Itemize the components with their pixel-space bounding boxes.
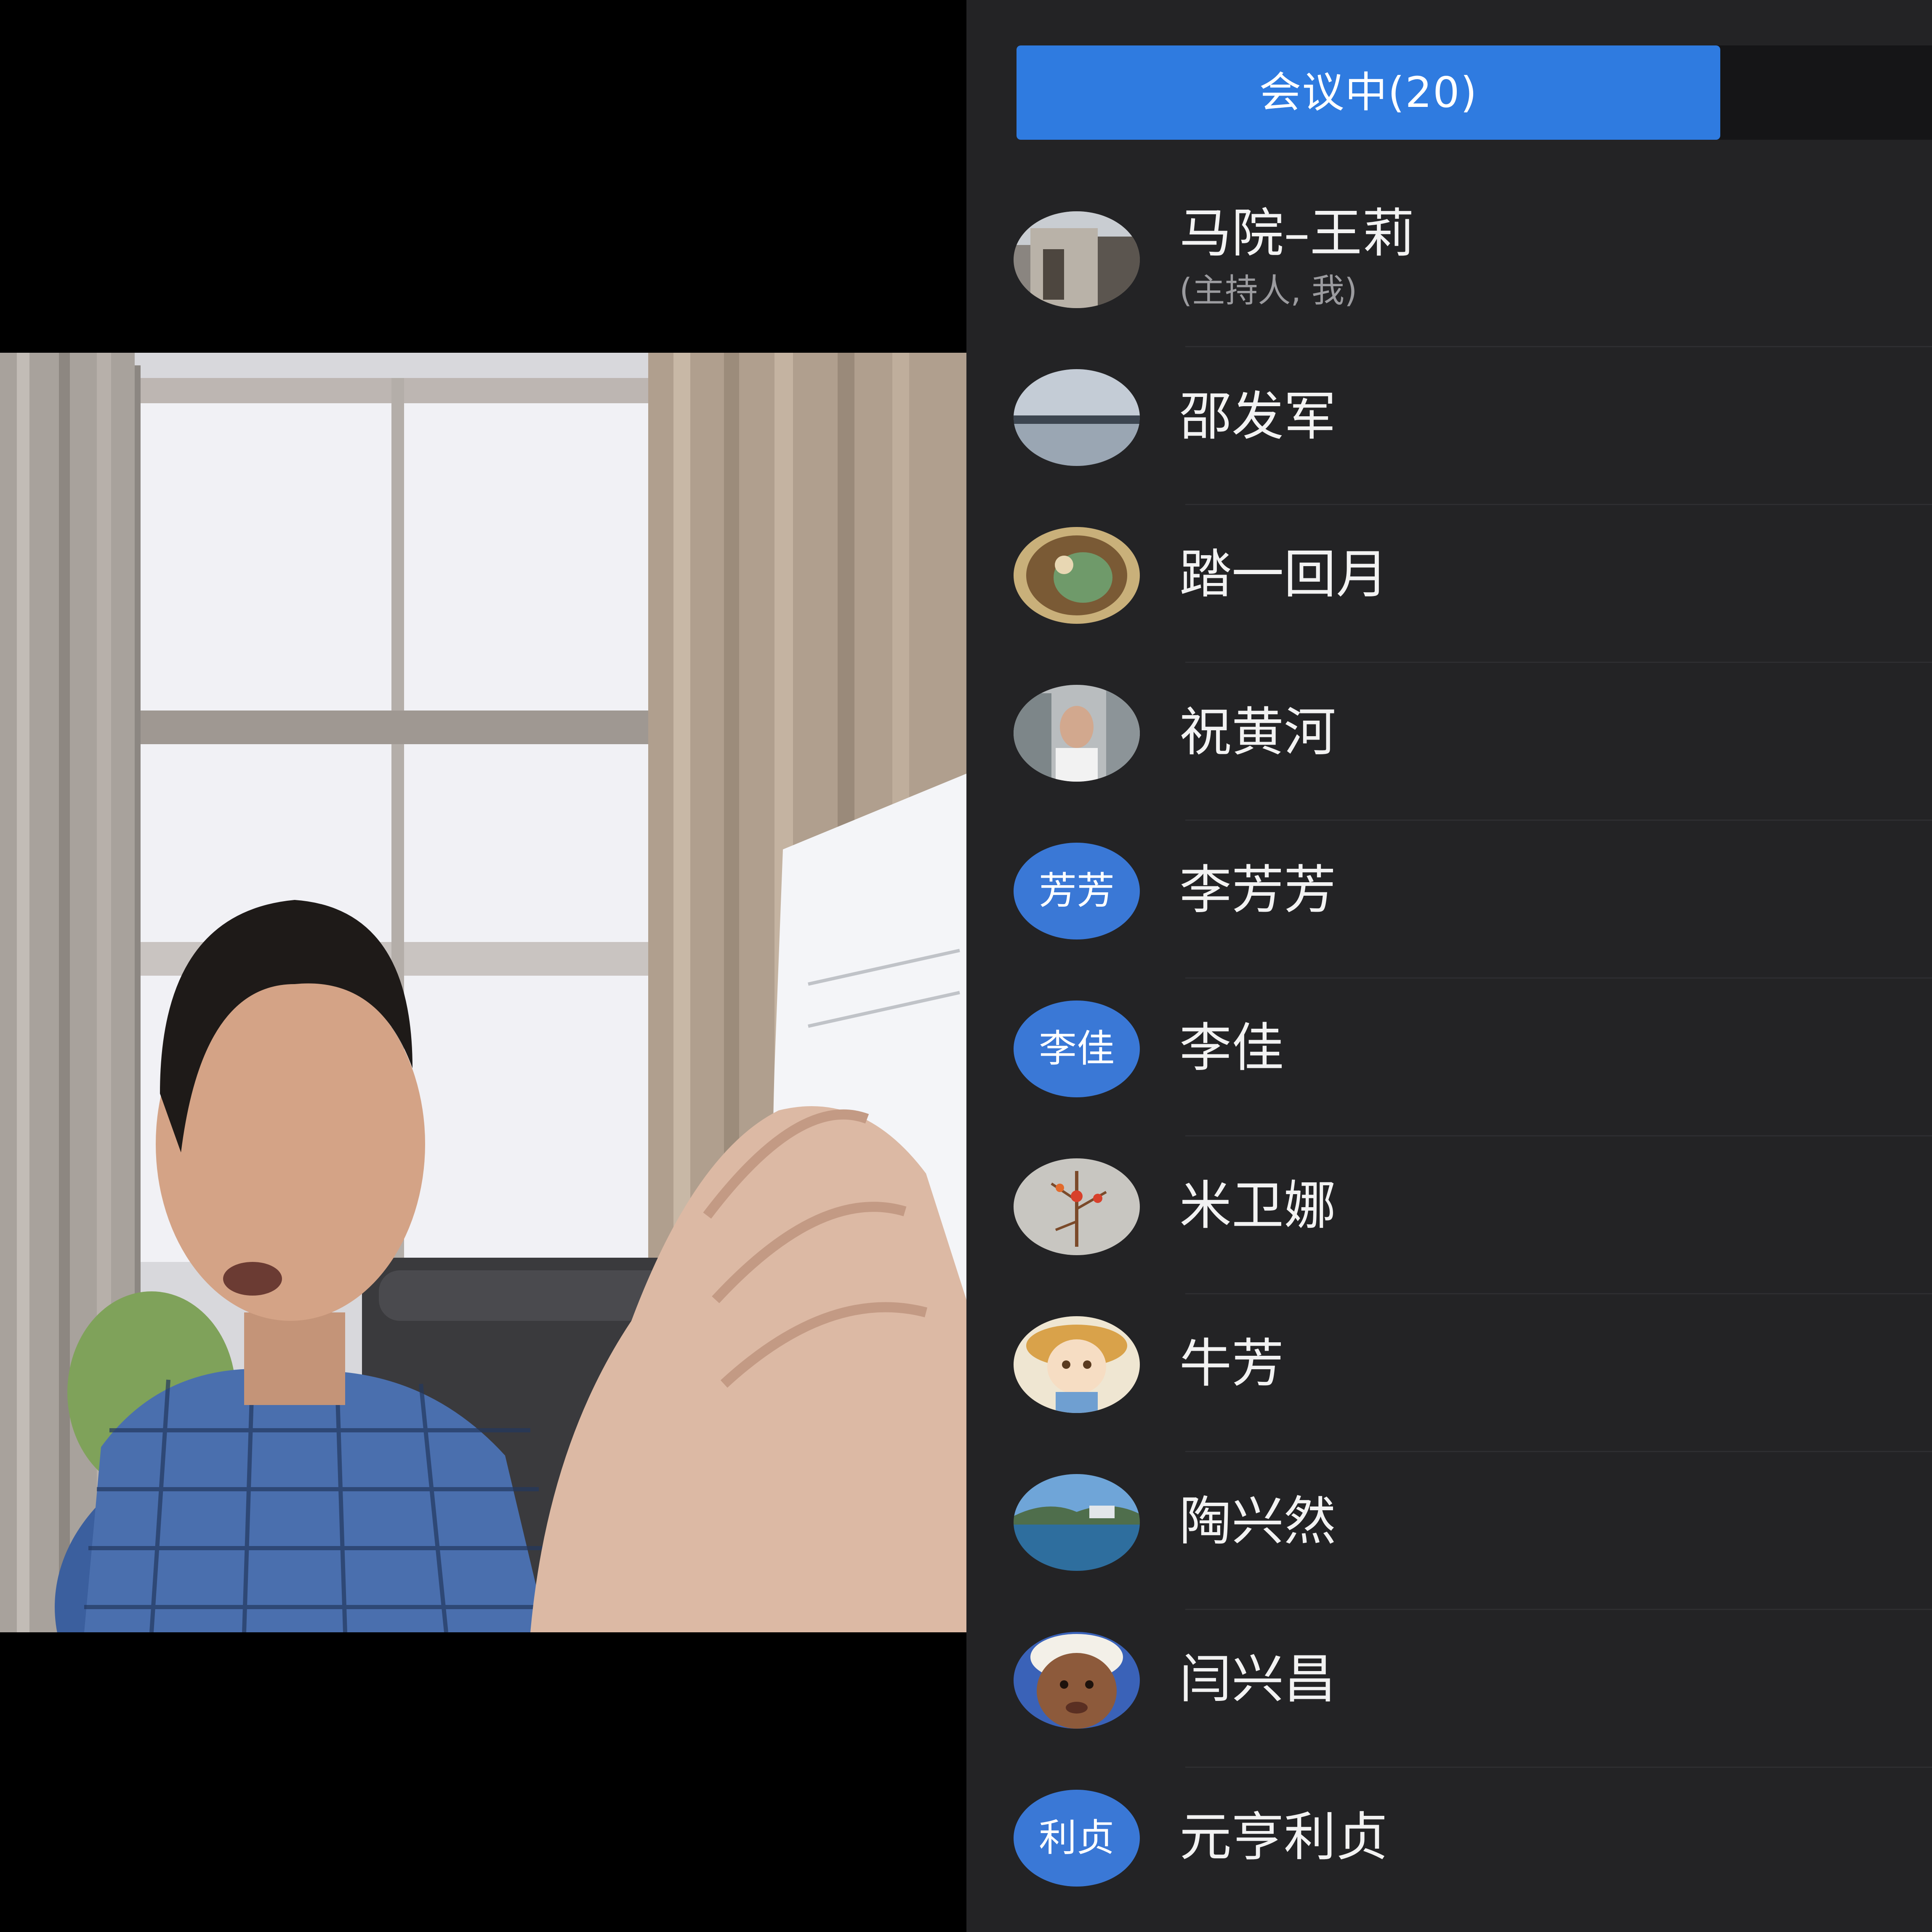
speaker-video-feed[interactable]	[0, 353, 966, 1632]
participant-name: 米卫娜	[1179, 1176, 1336, 1236]
participant-name: 陶兴然	[1179, 1491, 1336, 1552]
participant-name: 李佳	[1179, 1018, 1284, 1078]
participant-row[interactable]: 闫兴昌	[966, 1610, 1932, 1768]
avatar	[1014, 1158, 1140, 1255]
main-video-area	[0, 0, 966, 1932]
participant-row[interactable]: 芳芳 李芳芳	[966, 821, 1932, 979]
participant-row[interactable]: 邵发军	[966, 347, 1932, 505]
avatar	[1014, 685, 1140, 782]
participant-row[interactable]: 李佳 李佳	[966, 979, 1932, 1136]
participant-name: 踏一回月	[1179, 544, 1389, 605]
participant-name: 李芳芳	[1179, 860, 1336, 921]
participant-row[interactable]: 马院–王莉 (主持人, 我)	[966, 189, 1932, 347]
avatar	[1014, 1474, 1140, 1571]
avatar: 利贞	[1014, 1790, 1140, 1887]
avatar	[1014, 527, 1140, 624]
participant-name: 闫兴昌	[1179, 1649, 1336, 1710]
participant-row[interactable]: 祝黄河	[966, 663, 1932, 821]
participants-tab-bar: 会议中(20)	[1017, 45, 1932, 140]
avatar: 李佳	[1014, 1001, 1140, 1097]
participants-panel: 会议中(20) 马院–王莉 (主持人, 我) 邵发军 踏一回月 祝黄河 芳芳 李…	[966, 0, 1932, 1932]
speaker-video-image	[0, 353, 966, 1632]
avatar: 芳芳	[1014, 843, 1140, 939]
avatar	[1014, 369, 1140, 466]
participant-row[interactable]: 米卫娜	[966, 1136, 1932, 1294]
avatar	[1014, 1632, 1140, 1729]
participant-name: 元亨利贞	[1179, 1807, 1389, 1868]
participant-row[interactable]: 踏一回月	[966, 505, 1932, 663]
avatar	[1014, 211, 1140, 308]
participant-name: 马院–王莉	[1179, 203, 1415, 264]
participant-row[interactable]: 利贞 元亨利贞	[966, 1768, 1932, 1926]
participant-row[interactable]: 陶兴然	[966, 1452, 1932, 1610]
tab-in-meeting[interactable]: 会议中(20)	[1017, 45, 1720, 140]
participant-list: 马院–王莉 (主持人, 我) 邵发军 踏一回月 祝黄河 芳芳 李芳芳 李佳 李佳…	[966, 189, 1932, 1926]
participant-name: 祝黄河	[1179, 702, 1336, 763]
participant-row[interactable]: 牛芳	[966, 1294, 1932, 1452]
participant-name: 邵发军	[1179, 386, 1336, 447]
participant-name: 牛芳	[1179, 1333, 1284, 1394]
participant-role-label: (主持人, 我)	[1179, 272, 1357, 310]
avatar	[1014, 1316, 1140, 1413]
